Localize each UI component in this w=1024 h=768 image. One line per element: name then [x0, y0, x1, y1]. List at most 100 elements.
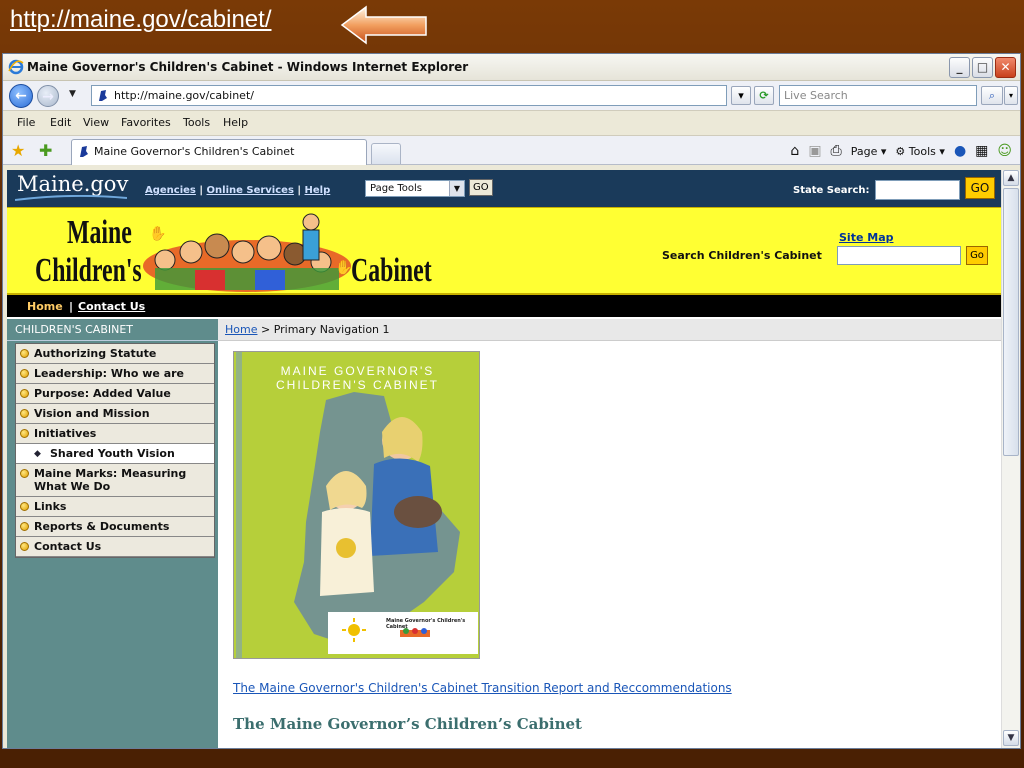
gear-icon: ⚙: [895, 144, 906, 158]
svg-text:✋: ✋: [335, 259, 352, 276]
favorites-star-icon[interactable]: ★: [11, 141, 25, 160]
vertical-scrollbar[interactable]: ▲ ▼: [1001, 170, 1020, 748]
nav-item-vision-mission[interactable]: Vision and Mission: [16, 404, 214, 424]
nav-item-purpose[interactable]: Purpose: Added Value: [16, 384, 214, 404]
help-link[interactable]: Help: [305, 185, 331, 196]
menu-view[interactable]: View: [83, 116, 109, 129]
title-bar: Maine Governor's Children's Cabinet - Wi…: [3, 54, 1020, 81]
home-icon[interactable]: ⌂: [790, 143, 799, 159]
report-cover-image[interactable]: MAINE GOVERNOR'S CHILDREN'S CABINET Main…: [233, 351, 480, 659]
bullet-icon: [20, 369, 29, 378]
cabinet-banner: Maine Children's Cabinet ✋ ✋ Site Map Se…: [7, 207, 1001, 294]
nav-item-reports-documents[interactable]: Reports & Documents: [16, 517, 214, 537]
maine-page-icon: [80, 146, 88, 157]
agencies-link[interactable]: Agencies: [145, 185, 196, 196]
add-favorite-icon[interactable]: ✚: [39, 141, 52, 160]
transition-report-link[interactable]: The Maine Governor's Children's Cabinet …: [233, 681, 732, 695]
scroll-down-icon[interactable]: ▼: [1003, 730, 1019, 746]
kids-logo-icon: [400, 628, 430, 637]
tools-menu-button[interactable]: ⚙ Tools ▾: [895, 145, 945, 158]
bullet-icon: [20, 522, 29, 531]
state-search-input[interactable]: [875, 180, 960, 200]
live-search-input[interactable]: Live Search: [779, 85, 977, 106]
content-area: CHILDREN'S CABINET Authorizing Statute L…: [7, 319, 1001, 748]
nav-item-leadership[interactable]: Leadership: Who we are: [16, 364, 214, 384]
address-dropdown-button[interactable]: ▾: [731, 86, 751, 105]
messenger-icon[interactable]: ☺: [997, 143, 1012, 159]
minimize-button[interactable]: _: [949, 57, 970, 78]
online-services-link[interactable]: Online Services: [207, 185, 294, 196]
nav-list: Authorizing Statute Leadership: Who we a…: [15, 343, 215, 558]
print-icon[interactable]: ⎙: [831, 143, 842, 159]
breadcrumb-current: > Primary Navigation 1: [257, 323, 390, 336]
scrollbar-thumb[interactable]: [1003, 188, 1019, 456]
breadcrumb-home-link[interactable]: Home: [225, 323, 257, 336]
state-search-label: State Search:: [793, 185, 870, 196]
contact-us-link[interactable]: Contact Us: [78, 300, 145, 313]
children-search-label: Search Children's Cabinet: [662, 249, 822, 262]
refresh-button[interactable]: ⟳: [754, 86, 774, 105]
menu-help[interactable]: Help: [223, 116, 248, 129]
banner-title-maine: Maine: [67, 214, 132, 251]
feeds-icon[interactable]: ▣: [808, 143, 821, 159]
sun-logo-icon: [342, 618, 366, 642]
cover-footer: Maine Governor's Children's Cabinet: [328, 612, 478, 654]
search-button[interactable]: ⌕: [981, 86, 1003, 105]
command-bar: ⌂ ▣ ⎙ Page ▾ ⚙ Tools ▾ ● ▦ ☺: [790, 143, 1012, 159]
maximize-button[interactable]: □: [972, 57, 993, 78]
children-search-input[interactable]: [837, 246, 961, 265]
main-content: Home > Primary Navigation 1 MAINE GOVERN…: [218, 319, 1001, 748]
forward-arrow-icon: →: [42, 89, 54, 105]
banner-title-cabinet: Cabinet: [351, 252, 432, 289]
breadcrumb: Home > Primary Navigation 1: [218, 319, 1001, 341]
home-bar-divider: |: [69, 300, 74, 313]
nav-item-authorizing-statute[interactable]: Authorizing Statute: [16, 344, 214, 364]
tab-maine-cabinet[interactable]: Maine Governor's Children's Cabinet: [71, 139, 367, 165]
nav-item-contact-us[interactable]: Contact Us: [16, 537, 214, 557]
menu-tools[interactable]: Tools: [183, 116, 210, 129]
nav-item-initiatives[interactable]: Initiatives: [16, 424, 214, 444]
home-bar: Home | Contact Us: [7, 293, 1001, 317]
menu-edit[interactable]: Edit: [50, 116, 71, 129]
browser-window: Maine Governor's Children's Cabinet - Wi…: [2, 53, 1021, 749]
search-options-button[interactable]: ▾: [1004, 86, 1018, 105]
address-text: http://maine.gov/cabinet/: [114, 89, 254, 102]
address-bar[interactable]: http://maine.gov/cabinet/: [91, 85, 727, 106]
menu-favorites[interactable]: Favorites: [121, 116, 171, 129]
page-heading: The Maine Governor’s Children’s Cabinet: [233, 715, 582, 733]
nav-item-links[interactable]: Links: [16, 497, 214, 517]
bullet-icon: [20, 409, 29, 418]
slide-bottom-strip: [0, 749, 1024, 768]
page-tools-go-button[interactable]: GO: [469, 179, 493, 196]
nav-item-maine-marks[interactable]: Maine Marks: Measuring What We Do: [16, 464, 214, 497]
state-search-go-button[interactable]: GO: [965, 177, 995, 199]
tab-row: ★ ✚ Maine Governor's Children's Cabinet …: [3, 136, 1020, 165]
children-search-go-button[interactable]: Go: [966, 246, 988, 265]
banner-logo[interactable]: Maine Children's Cabinet ✋ ✋: [7, 208, 432, 294]
back-arrow-icon: ←: [15, 88, 27, 104]
close-button[interactable]: ✕: [995, 57, 1016, 78]
menu-file[interactable]: File: [17, 116, 35, 129]
history-dropdown-icon[interactable]: ▼: [69, 89, 76, 99]
nav-title: CHILDREN'S CABINET: [7, 319, 218, 341]
home-link[interactable]: Home: [27, 300, 63, 313]
back-button[interactable]: ←: [9, 84, 33, 108]
nav-item-shared-youth-vision[interactable]: ◆ Shared Youth Vision: [16, 444, 214, 464]
scroll-up-icon[interactable]: ▲: [1003, 170, 1019, 186]
slide-url-link[interactable]: http://maine.gov/cabinet/: [10, 6, 272, 34]
page-menu-button[interactable]: Page ▾: [851, 145, 887, 158]
bullet-icon: [20, 469, 29, 478]
forward-button[interactable]: →: [37, 85, 59, 107]
site-map-link[interactable]: Site Map: [839, 231, 893, 244]
page-viewport: Maine.gov Agencies | Online Services | H…: [7, 170, 1001, 748]
back-arrow-icon: [340, 5, 427, 45]
cover-title: MAINE GOVERNOR'S CHILDREN'S CABINET: [276, 364, 439, 392]
window-title: Maine Governor's Children's Cabinet - Wi…: [27, 60, 469, 74]
help-icon[interactable]: ●: [954, 143, 966, 159]
svg-text:✋: ✋: [149, 225, 166, 242]
page-tools-select[interactable]: Page Tools ▼: [365, 180, 465, 197]
new-tab-button[interactable]: [371, 143, 401, 164]
maine-gov-header: Maine.gov Agencies | Online Services | H…: [7, 170, 1001, 207]
maine-gov-logo[interactable]: Maine.gov: [17, 172, 128, 196]
research-icon[interactable]: ▦: [975, 143, 988, 159]
